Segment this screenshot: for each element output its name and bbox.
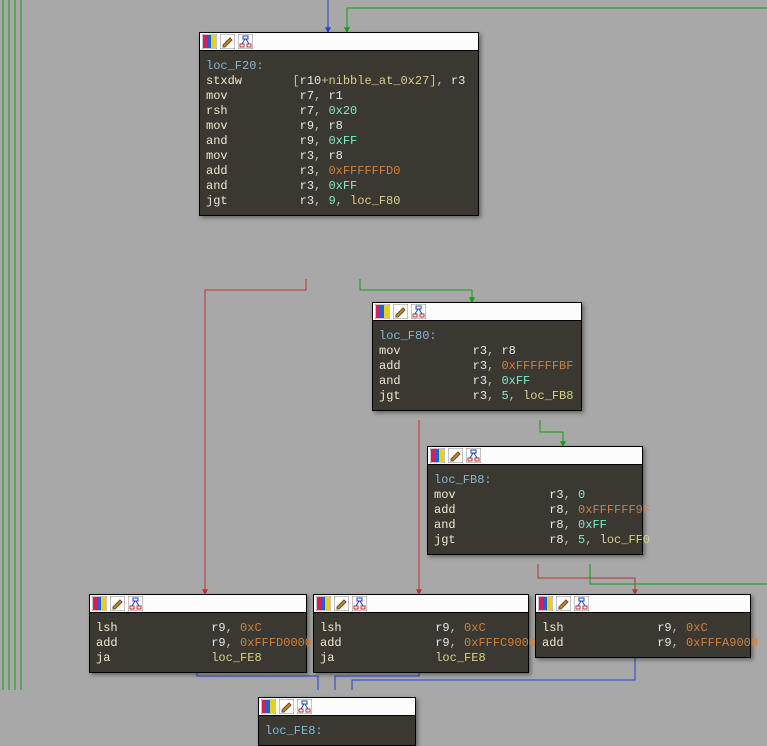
block-loc-FB8[interactable]: loc_FB8: mov r3, 0 add r8, 0xFFFFFF9F an…	[427, 446, 643, 555]
color-icon[interactable]	[538, 596, 553, 611]
block-fallthrough-F20[interactable]: lsh r9, 0xC add r9, 0xFFFD0000 ja loc_FE…	[89, 594, 307, 673]
graph-icon[interactable]	[238, 34, 253, 49]
graph-icon[interactable]	[128, 596, 143, 611]
block-header	[536, 595, 750, 613]
block-label: loc_F80:	[379, 329, 437, 343]
block-fallthrough-F80[interactable]: lsh r9, 0xC add r9, 0xFFFC9000 ja loc_FE…	[313, 594, 529, 673]
block-loc-F80[interactable]: loc_F80: mov r3, r8 add r3, 0xFFFFFFBF a…	[372, 302, 582, 411]
block-body: loc_F80: mov r3, r8 add r3, 0xFFFFFFBF a…	[373, 321, 581, 410]
block-header	[259, 698, 415, 716]
graph-icon[interactable]	[352, 596, 367, 611]
block-header	[90, 595, 306, 613]
block-loc-F20[interactable]: loc_F20: stxdw [r10+nibble_at_0x27], r3 …	[199, 32, 479, 216]
block-header	[428, 447, 642, 465]
edit-icon[interactable]	[393, 304, 408, 319]
block-body: lsh r9, 0xC add r9, 0xFFFD0000 ja loc_FE…	[90, 613, 306, 672]
color-icon[interactable]	[261, 699, 276, 714]
block-header	[314, 595, 528, 613]
edit-icon[interactable]	[556, 596, 571, 611]
block-body: lsh r9, 0xC add r9, 0xFFFA9000	[536, 613, 750, 657]
block-fallthrough-FB8[interactable]: lsh r9, 0xC add r9, 0xFFFA9000	[535, 594, 751, 658]
edit-icon[interactable]	[279, 699, 294, 714]
edit-icon[interactable]	[220, 34, 235, 49]
graph-icon[interactable]	[297, 699, 312, 714]
block-label: loc_FB8:	[434, 473, 492, 487]
block-body: loc_FB8: mov r3, 0 add r8, 0xFFFFFF9F an…	[428, 465, 642, 554]
color-icon[interactable]	[316, 596, 331, 611]
block-header	[200, 33, 478, 51]
graph-icon[interactable]	[574, 596, 589, 611]
block-loc-FE8[interactable]: loc_FE8:	[258, 697, 416, 746]
block-body: lsh r9, 0xC add r9, 0xFFFC9000 ja loc_FE…	[314, 613, 528, 672]
edit-icon[interactable]	[448, 448, 463, 463]
color-icon[interactable]	[202, 34, 217, 49]
block-label: loc_F20:	[206, 59, 264, 73]
color-icon[interactable]	[92, 596, 107, 611]
block-body: loc_FE8:	[259, 716, 415, 745]
block-label: loc_FE8:	[265, 724, 323, 738]
edit-icon[interactable]	[334, 596, 349, 611]
edit-icon[interactable]	[110, 596, 125, 611]
graph-icon[interactable]	[466, 448, 481, 463]
color-icon[interactable]	[430, 448, 445, 463]
graph-icon[interactable]	[411, 304, 426, 319]
color-icon[interactable]	[375, 304, 390, 319]
block-header	[373, 303, 581, 321]
block-body: loc_F20: stxdw [r10+nibble_at_0x27], r3 …	[200, 51, 478, 215]
